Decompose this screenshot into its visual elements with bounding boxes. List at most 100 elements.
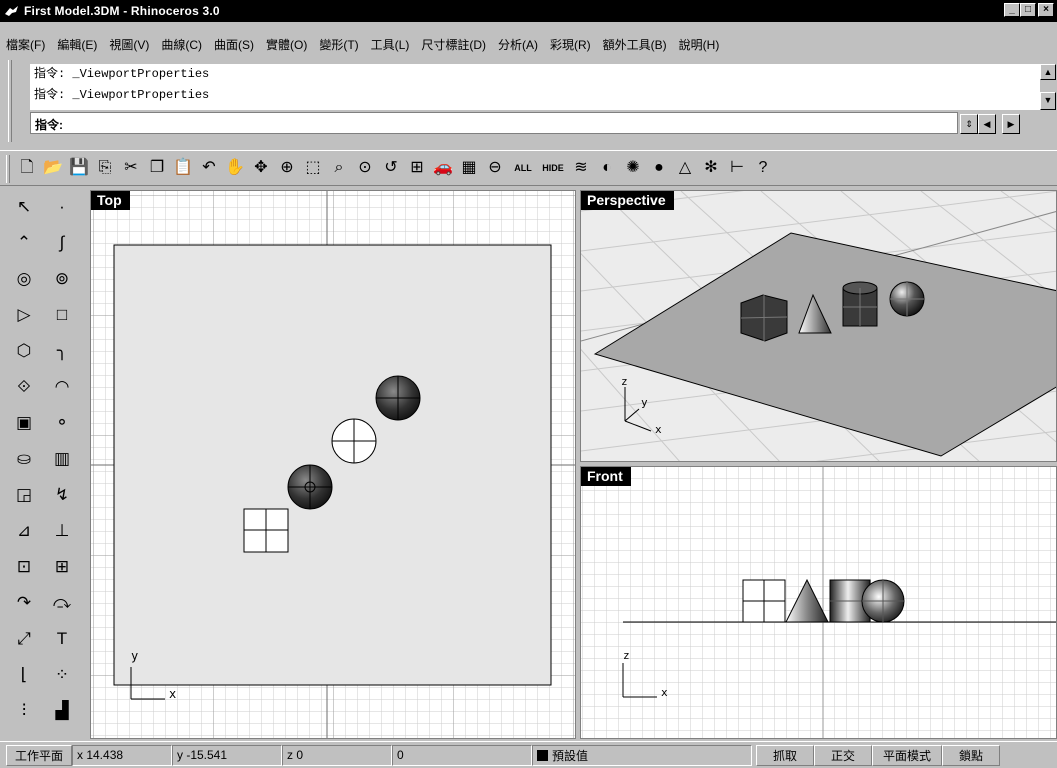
settings-gear-icon[interactable]: ✻ <box>700 155 722 181</box>
pan-hand-icon[interactable]: ✋ <box>224 155 246 181</box>
text-icon[interactable]: T <box>48 624 76 654</box>
layers-stack-icon[interactable]: ≋ <box>570 155 592 181</box>
shade-icon[interactable]: ◐ <box>596 155 618 181</box>
maximize-button[interactable]: □ <box>1020 3 1036 17</box>
command-spin-icon[interactable]: ⇕ <box>960 114 978 134</box>
snap-toggle[interactable]: 抓取 <box>756 744 814 766</box>
zoom-previous-icon[interactable]: ↺ <box>380 155 402 181</box>
help-icon[interactable]: ? <box>752 155 774 181</box>
menu-dimension[interactable]: 尺寸標註(D) <box>421 36 486 53</box>
paste-icon[interactable]: 📋 <box>172 155 194 181</box>
title-bar[interactable]: First Model.3DM - Rhinoceros 3.0 _ □ × <box>0 0 1057 22</box>
join-icon[interactable]: ⊥ <box>48 516 76 546</box>
points-grid-icon[interactable]: ⁘ <box>48 660 76 690</box>
polygon-icon[interactable]: ⬡ <box>10 336 38 366</box>
menu-analyze[interactable]: 分析(A) <box>498 36 538 53</box>
fillet-curve-icon[interactable]: ╮ <box>48 336 76 366</box>
save-icon[interactable]: 💾 <box>68 155 90 181</box>
copy-icon[interactable]: ❐ <box>146 155 168 181</box>
viewport-front[interactable]: Front z x <box>580 466 1057 739</box>
minimize-button[interactable]: _ <box>1004 3 1020 17</box>
toolbar-grip[interactable] <box>6 155 10 183</box>
menu-tools[interactable]: 工具(L) <box>371 36 410 53</box>
split-icon[interactable]: ⊿ <box>10 516 38 546</box>
zoom-extents-icon[interactable]: ⌕ <box>328 155 350 181</box>
scroll-down-button[interactable]: ▼ <box>1040 92 1056 110</box>
loft-icon[interactable]: ◠ <box>48 372 76 402</box>
menu-curve[interactable]: 曲線(C) <box>161 36 202 53</box>
undo-icon[interactable]: ↶ <box>198 155 220 181</box>
menu-extra-tools[interactable]: 額外工具(B) <box>603 36 667 53</box>
persp-axis-z-label: z <box>621 375 628 388</box>
transform-icon[interactable]: ◲ <box>10 480 38 510</box>
zoom-selected-icon[interactable]: ⊙ <box>354 155 376 181</box>
dim-icon[interactable]: ⤢ <box>10 624 38 654</box>
surface-points-icon[interactable]: ⟐ <box>10 372 38 402</box>
osnap-toggle[interactable]: 鎖點 <box>942 744 1000 766</box>
current-layer[interactable]: 預設值 <box>532 744 752 766</box>
corner-icon[interactable]: ⌊ <box>10 660 38 690</box>
layout-icon[interactable]: ▟ <box>48 696 76 726</box>
scroll-up-button[interactable]: ▲ <box>1040 64 1056 80</box>
export-icon[interactable]: ⎘ <box>94 155 116 181</box>
scroll-right-button[interactable]: ▶ <box>1002 114 1020 134</box>
ellipse-icon[interactable]: ⊚ <box>48 264 76 294</box>
four-viewports-icon[interactable]: ⊞ <box>406 155 428 181</box>
menu-render[interactable]: 彩現(R) <box>550 36 591 53</box>
curve-icon[interactable]: ∫ <box>48 228 76 258</box>
array-icon[interactable]: ⊞ <box>48 552 76 582</box>
viewport-top-title[interactable]: Top <box>91 191 130 210</box>
box-icon[interactable]: ▣ <box>10 408 38 438</box>
circle-icon[interactable]: ◎ <box>10 264 38 294</box>
cplane-button[interactable]: 工作平面 <box>6 744 72 766</box>
group-icon[interactable]: ⊡ <box>10 552 38 582</box>
scroll-left-button[interactable]: ◀ <box>978 114 996 134</box>
render-preview-icon[interactable]: ✺ <box>622 155 644 181</box>
open-file-icon[interactable]: 📂 <box>42 155 64 181</box>
layer-icon[interactable]: ▦ <box>458 155 480 181</box>
render-sphere-icon[interactable]: ● <box>648 155 670 181</box>
rotate-icon[interactable]: ↷ <box>10 588 38 618</box>
menu-surface[interactable]: 曲面(S) <box>214 36 254 53</box>
menu-help[interactable]: 說明(H) <box>679 36 720 53</box>
close-button[interactable]: × <box>1038 3 1054 17</box>
viewport-perspective[interactable]: Perspective z y x <box>580 190 1057 462</box>
menu-edit[interactable]: 編輯(E) <box>57 36 97 53</box>
solid-union-icon[interactable]: ⚬ <box>48 408 76 438</box>
polyline-icon[interactable]: ⌃ <box>10 228 38 258</box>
show-icon[interactable]: ⊖ <box>484 155 506 181</box>
trim-icon[interactable]: ↯ <box>48 480 76 510</box>
dimension-icon[interactable]: ⊢ <box>726 155 748 181</box>
scale-icon[interactable]: ⤼ <box>48 588 76 618</box>
rectangle-icon[interactable]: □ <box>48 300 76 330</box>
menu-file[interactable]: 檔案(F) <box>6 36 45 53</box>
point-icon[interactable]: · <box>48 192 76 222</box>
viewport-perspective-title[interactable]: Perspective <box>581 191 674 210</box>
cylinder-icon[interactable]: ⛀ <box>10 444 38 474</box>
new-file-icon[interactable]: 🗋 <box>16 155 38 181</box>
arc-icon[interactable]: ▷ <box>10 300 38 330</box>
viewport-front-title[interactable]: Front <box>581 467 631 486</box>
mesh-icon[interactable]: ▥ <box>48 444 76 474</box>
command-history-scrollbar[interactable]: ▲ ▼ <box>1040 64 1056 110</box>
command-input[interactable]: 指令: <box>30 112 958 134</box>
zoom-window-icon[interactable]: ⬚ <box>302 155 324 181</box>
cut-icon[interactable]: ✂ <box>120 155 142 181</box>
menu-solid[interactable]: 實體(O) <box>266 36 307 53</box>
ortho-toggle[interactable]: 正交 <box>814 744 872 766</box>
menu-transform[interactable]: 變形(T) <box>319 36 358 53</box>
car-icon[interactable]: 🚗 <box>432 155 454 181</box>
rotate-view-icon[interactable]: ✥ <box>250 155 272 181</box>
planar-toggle[interactable]: 平面模式 <box>872 744 942 766</box>
show-all-button[interactable]: ALL <box>510 155 536 181</box>
status-z-coordinate: z 0 <box>282 744 392 766</box>
persp-axis-y-label: y <box>641 396 648 409</box>
cplane-icon[interactable]: ⫶ <box>10 696 38 726</box>
hide-button[interactable]: HIDE <box>540 155 566 181</box>
menu-view[interactable]: 視圖(V) <box>109 36 149 53</box>
zoom-icon[interactable]: ⊕ <box>276 155 298 181</box>
command-grip[interactable] <box>8 60 12 142</box>
light-icon[interactable]: △ <box>674 155 696 181</box>
viewport-top[interactable]: Top y x <box>90 190 576 739</box>
select-arrow-icon[interactable]: ↖ <box>10 192 38 222</box>
